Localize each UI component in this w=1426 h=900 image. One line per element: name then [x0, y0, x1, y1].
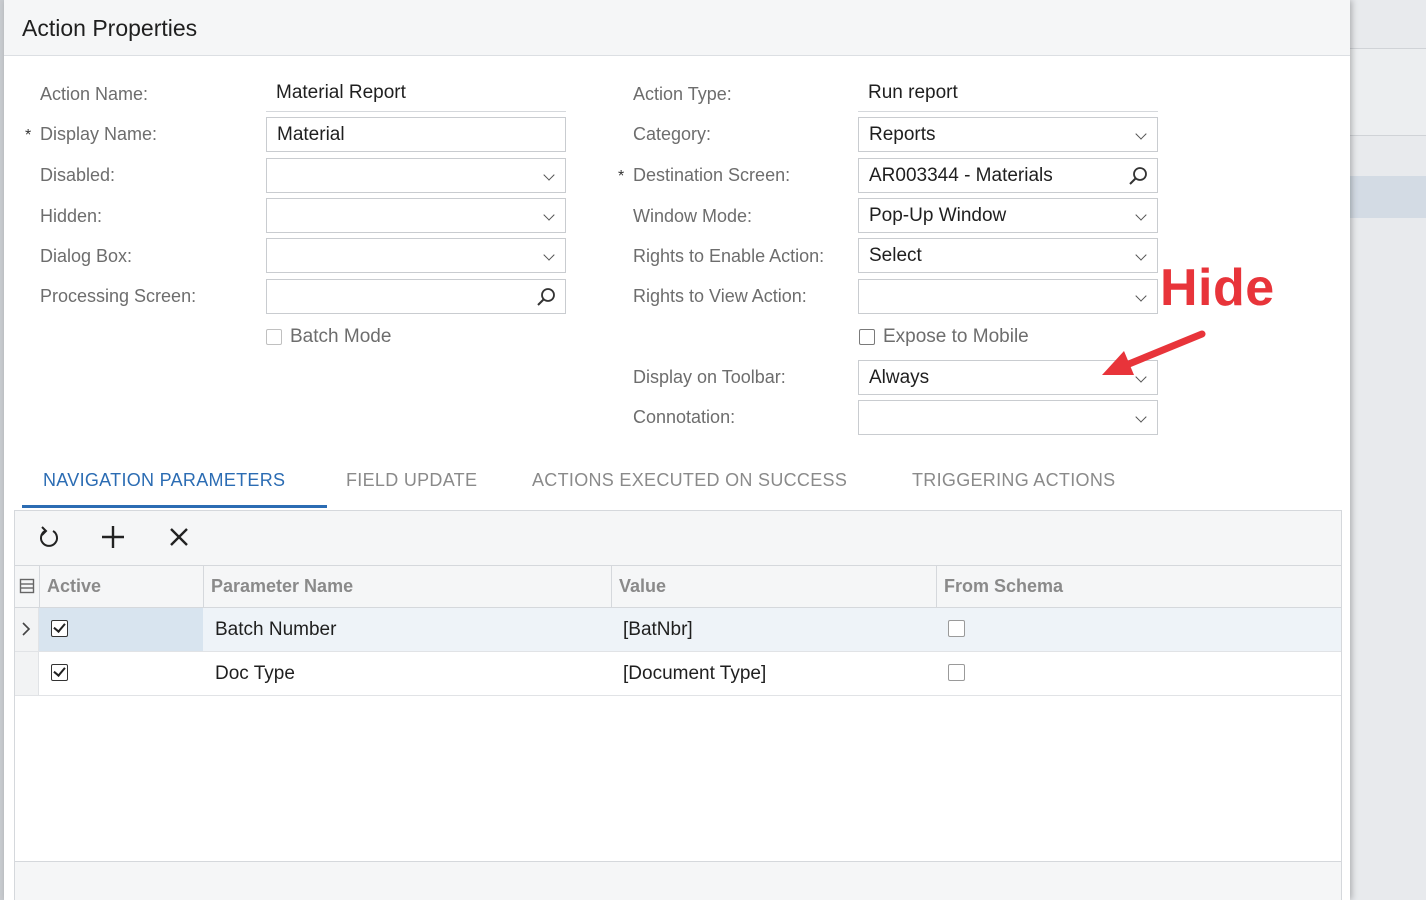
chevron-down-icon — [1135, 128, 1147, 140]
destination-screen-label: Destination Screen: — [633, 165, 791, 185]
from-schema-checkbox[interactable] — [948, 664, 965, 681]
grid-header: Active Parameter Name Value From Schema — [15, 566, 1341, 608]
action-name-label: Action Name: — [40, 84, 149, 104]
table-row[interactable]: Batch Number [BatNbr] — [15, 608, 1341, 652]
rights-enable-label: Rights to Enable Action: — [633, 246, 825, 266]
row-indicator — [15, 608, 39, 651]
dialog-header: Action Properties — [4, 0, 1350, 56]
rights-view-label: Rights to View Action: — [633, 286, 807, 306]
active-cell — [39, 608, 203, 651]
add-icon[interactable] — [97, 521, 129, 553]
disabled-select[interactable] — [266, 158, 566, 193]
rights-enable-value: Select — [869, 245, 922, 266]
display-toolbar-value: Always — [869, 367, 930, 388]
chevron-right-icon — [22, 622, 31, 636]
table-row[interactable]: Doc Type [Document Type] — [15, 652, 1341, 696]
processing-screen-field[interactable] — [266, 279, 566, 314]
dialog-title: Action Properties — [22, 15, 198, 41]
parameter-name-cell[interactable]: Batch Number — [203, 608, 611, 651]
column-header-parameter-name[interactable]: Parameter Name — [203, 566, 611, 607]
window-mode-value: Pop-Up Window — [869, 205, 1007, 226]
column-header-from-schema[interactable]: From Schema — [936, 566, 1341, 607]
tab-actions-executed-on-success[interactable]: ACTIONS EXECUTED ON SUCCESS — [532, 470, 847, 491]
action-type-label: Action Type: — [633, 84, 732, 104]
destination-screen-field[interactable]: AR003344 - Materials — [858, 158, 1158, 193]
hidden-label: Hidden: — [40, 206, 103, 226]
processing-screen-label: Processing Screen: — [40, 286, 197, 306]
action-properties-dialog: Action Properties Action Name: Material … — [4, 0, 1350, 900]
dialog-box-label: Dialog Box: — [40, 246, 133, 266]
required-marker: * — [618, 168, 625, 185]
value-cell[interactable]: [BatNbr] — [611, 608, 936, 651]
column-header-active[interactable]: Active — [39, 566, 203, 607]
active-checkbox[interactable] — [51, 620, 68, 637]
display-toolbar-label: Display on Toolbar: — [633, 367, 786, 387]
background-band — [1350, 48, 1426, 136]
from-schema-checkbox[interactable] — [948, 620, 965, 637]
disabled-label: Disabled: — [40, 165, 116, 185]
column-header-value[interactable]: Value — [611, 566, 936, 607]
chevron-down-icon — [1135, 249, 1147, 261]
tab-field-update[interactable]: FIELD UPDATE — [346, 470, 477, 491]
display-name-value: Material — [277, 124, 345, 145]
expose-mobile-checkbox[interactable] — [859, 329, 875, 345]
grid-footer — [14, 862, 1342, 900]
display-name-label: Display Name: — [40, 124, 158, 144]
expose-mobile-label: Expose to Mobile — [883, 326, 1029, 347]
parameters-grid: Active Parameter Name Value From Schema … — [14, 510, 1342, 862]
chevron-down-icon — [543, 169, 555, 181]
dialog-box-select[interactable] — [266, 238, 566, 273]
category-label: Category: — [633, 124, 712, 144]
connotation-select[interactable] — [858, 400, 1158, 435]
active-checkbox[interactable] — [51, 664, 68, 681]
display-name-field[interactable]: Material — [266, 117, 566, 152]
refresh-icon[interactable] — [33, 521, 65, 553]
row-indicator — [15, 652, 39, 695]
annotation-arrow-icon — [1102, 330, 1206, 375]
rights-enable-select[interactable]: Select — [858, 238, 1158, 273]
chevron-down-icon — [543, 249, 555, 261]
chevron-down-icon — [543, 209, 555, 221]
background-window — [1350, 0, 1426, 900]
action-name-value: Material Report — [266, 78, 566, 112]
search-icon[interactable] — [1127, 165, 1149, 187]
category-value: Reports — [869, 124, 936, 145]
hidden-select[interactable] — [266, 198, 566, 233]
required-marker: * — [25, 127, 32, 144]
category-select[interactable]: Reports — [858, 117, 1158, 152]
column-config-icon[interactable] — [19, 578, 35, 594]
tab-navigation-parameters[interactable]: NAVIGATION PARAMETERS — [43, 470, 285, 491]
active-tab-indicator — [22, 505, 327, 508]
tab-triggering-actions[interactable]: TRIGGERING ACTIONS — [912, 470, 1115, 491]
action-type-value: Run report — [858, 78, 1158, 112]
batch-mode-checkbox[interactable] — [266, 329, 282, 345]
grid-toolbar — [15, 511, 1341, 566]
chevron-down-icon — [1135, 209, 1147, 221]
chevron-down-icon — [1135, 411, 1147, 423]
connotation-label: Connotation: — [633, 407, 736, 427]
search-icon[interactable] — [535, 286, 557, 308]
annotation-hide-text: Hide — [1160, 259, 1275, 317]
parameter-name-cell[interactable]: Doc Type — [203, 652, 611, 695]
background-selected-band — [1350, 176, 1426, 218]
rights-view-select[interactable] — [858, 279, 1158, 314]
chevron-down-icon — [1135, 290, 1147, 302]
delete-icon[interactable] — [163, 521, 195, 553]
window-mode-select[interactable]: Pop-Up Window — [858, 198, 1158, 233]
active-cell — [39, 652, 203, 695]
window-mode-label: Window Mode: — [633, 206, 753, 226]
batch-mode-label: Batch Mode — [290, 326, 392, 347]
destination-screen-value: AR003344 - Materials — [869, 165, 1053, 186]
value-cell[interactable]: [Document Type] — [611, 652, 936, 695]
